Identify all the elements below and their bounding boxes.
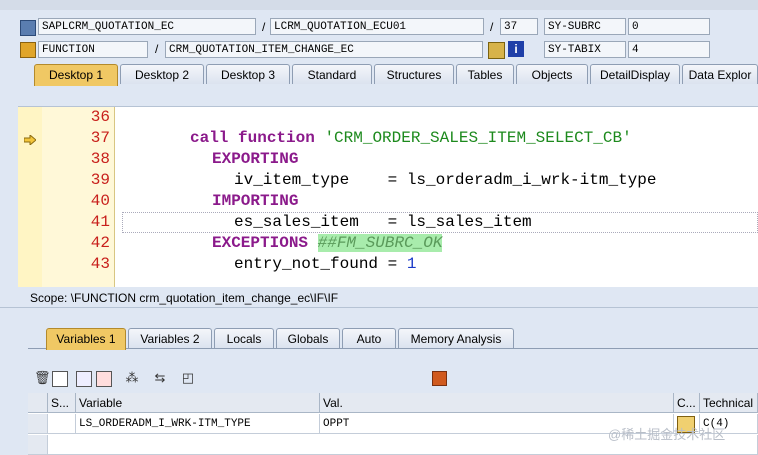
program-icon — [20, 20, 36, 36]
tab-detaildisplay[interactable]: DetailDisplay — [590, 64, 680, 84]
line-number: 38 — [90, 150, 110, 168]
line-number: 40 — [90, 192, 110, 210]
program-field[interactable]: SAPLCRM_QUOTATION_EC — [38, 18, 256, 35]
code-line-38: EXPORTING — [212, 150, 299, 168]
code-text: entry_not_found = — [234, 255, 407, 273]
desktop-tab-strip: Desktop 1 Desktop 2 Desktop 3 Standard S… — [18, 64, 758, 86]
tab-desktop-3[interactable]: Desktop 3 — [206, 64, 290, 84]
function-icon — [20, 42, 36, 58]
tab-locals[interactable]: Locals — [214, 328, 274, 348]
tab-tables[interactable]: Tables — [456, 64, 514, 84]
line-number: 36 — [90, 108, 110, 126]
sysvar1-name-field[interactable]: SY-SUBRC — [544, 18, 626, 35]
line-number: 41 — [90, 213, 110, 231]
line-numbers: 36 37 38 39 40 41 42 43 — [42, 107, 115, 287]
row-selector-header — [28, 393, 48, 413]
code-line-39: iv_item_type = ls_orderadm_i_wrk-itm_typ… — [234, 171, 657, 189]
tab-standard[interactable]: Standard — [292, 64, 372, 84]
separator-slash: / — [262, 20, 266, 34]
type-field[interactable]: FUNCTION — [38, 41, 148, 58]
tab-auto[interactable]: Auto — [342, 328, 396, 348]
keyword: call function — [190, 129, 315, 147]
info-icon[interactable]: i — [508, 41, 524, 57]
function-name-field[interactable]: CRM_QUOTATION_ITEM_CHANGE_EC — [165, 41, 483, 58]
status-cell — [48, 414, 76, 434]
save-icon[interactable] — [432, 371, 447, 386]
tab-objects[interactable]: Objects — [516, 64, 588, 84]
code-line-37: call function 'CRM_ORDER_SALES_ITEM_SELE… — [190, 128, 632, 149]
current-line-arrow-icon — [23, 133, 37, 147]
filter-icon[interactable]: ◰ — [180, 370, 196, 386]
top-strip — [0, 0, 758, 10]
structure-icon[interactable]: ⁂ — [124, 370, 140, 386]
sysvar1-value-field[interactable]: 0 — [628, 18, 710, 35]
variable-name-cell[interactable]: LS_ORDERADM_I_WRK-ITM_TYPE — [76, 414, 320, 434]
column-header-status[interactable]: S... — [48, 393, 76, 413]
row-selector[interactable] — [28, 414, 48, 434]
pragma-comment: ##FM_SUBRC_OK — [317, 234, 443, 252]
column-header-value[interactable]: Val. — [320, 393, 674, 413]
number-literal: 1 — [406, 255, 417, 273]
scope-bar: Scope: \FUNCTION crm_quotation_item_chan… — [0, 288, 758, 308]
separator-slash: / — [155, 42, 159, 56]
column-header-technical[interactable]: Technical — [700, 393, 758, 413]
tab-variables-2[interactable]: Variables 2 — [128, 328, 212, 348]
code-line-43: entry_not_found = 1 — [234, 254, 416, 275]
tab-variables-1[interactable]: Variables 1 — [46, 328, 126, 350]
line-field[interactable]: 37 — [500, 18, 538, 35]
code-line-40: IMPORTING — [212, 192, 299, 210]
tab-globals[interactable]: Globals — [276, 328, 340, 348]
transfer-icon[interactable]: ⇆ — [152, 370, 168, 386]
sysvar2-value-field[interactable]: 4 — [628, 41, 710, 58]
separator-slash: / — [490, 20, 494, 34]
column-header-change[interactable]: C... — [674, 393, 700, 413]
string-literal: 'CRM_ORDER_SALES_ITEM_SELECT_CB' — [324, 129, 632, 147]
display-object-icon[interactable] — [488, 42, 505, 59]
variables-tab-strip: Variables 1 Variables 2 Locals Globals A… — [28, 328, 758, 350]
tab-structures[interactable]: Structures — [374, 64, 454, 84]
line-number: 37 — [90, 129, 110, 147]
row-selector[interactable] — [28, 435, 48, 455]
source-code-editor[interactable]: 36 37 38 39 40 41 42 43 call function 'C… — [18, 106, 758, 287]
tab-memory-analysis[interactable]: Memory Analysis — [398, 328, 514, 348]
column-header-variable[interactable]: Variable — [76, 393, 320, 413]
line-number: 42 — [90, 234, 110, 252]
code-line-42: EXCEPTIONS ##FM_SUBRC_OK — [212, 233, 443, 254]
line-number: 39 — [90, 171, 110, 189]
sysvar2-name-field[interactable]: SY-TABIX — [544, 41, 626, 58]
breakpoint-gutter[interactable] — [18, 107, 43, 287]
remove-variable-icon[interactable] — [96, 371, 112, 387]
delete-icon[interactable]: 🗑 — [34, 370, 51, 386]
code-line-41: es_sales_item = ls_sales_item — [234, 213, 532, 231]
tab-data-explorer[interactable]: Data Explor — [682, 64, 758, 84]
new-variable-icon[interactable] — [76, 371, 92, 387]
details-icon[interactable] — [52, 371, 68, 387]
tab-desktop-2[interactable]: Desktop 2 — [120, 64, 204, 84]
watermark: @稀土掘金技术社区 — [608, 427, 726, 442]
line-number: 43 — [90, 255, 110, 273]
tab-desktop-1[interactable]: Desktop 1 — [34, 64, 118, 86]
keyword: EXCEPTIONS — [212, 234, 309, 252]
include-field[interactable]: LCRM_QUOTATION_ECU01 — [270, 18, 484, 35]
